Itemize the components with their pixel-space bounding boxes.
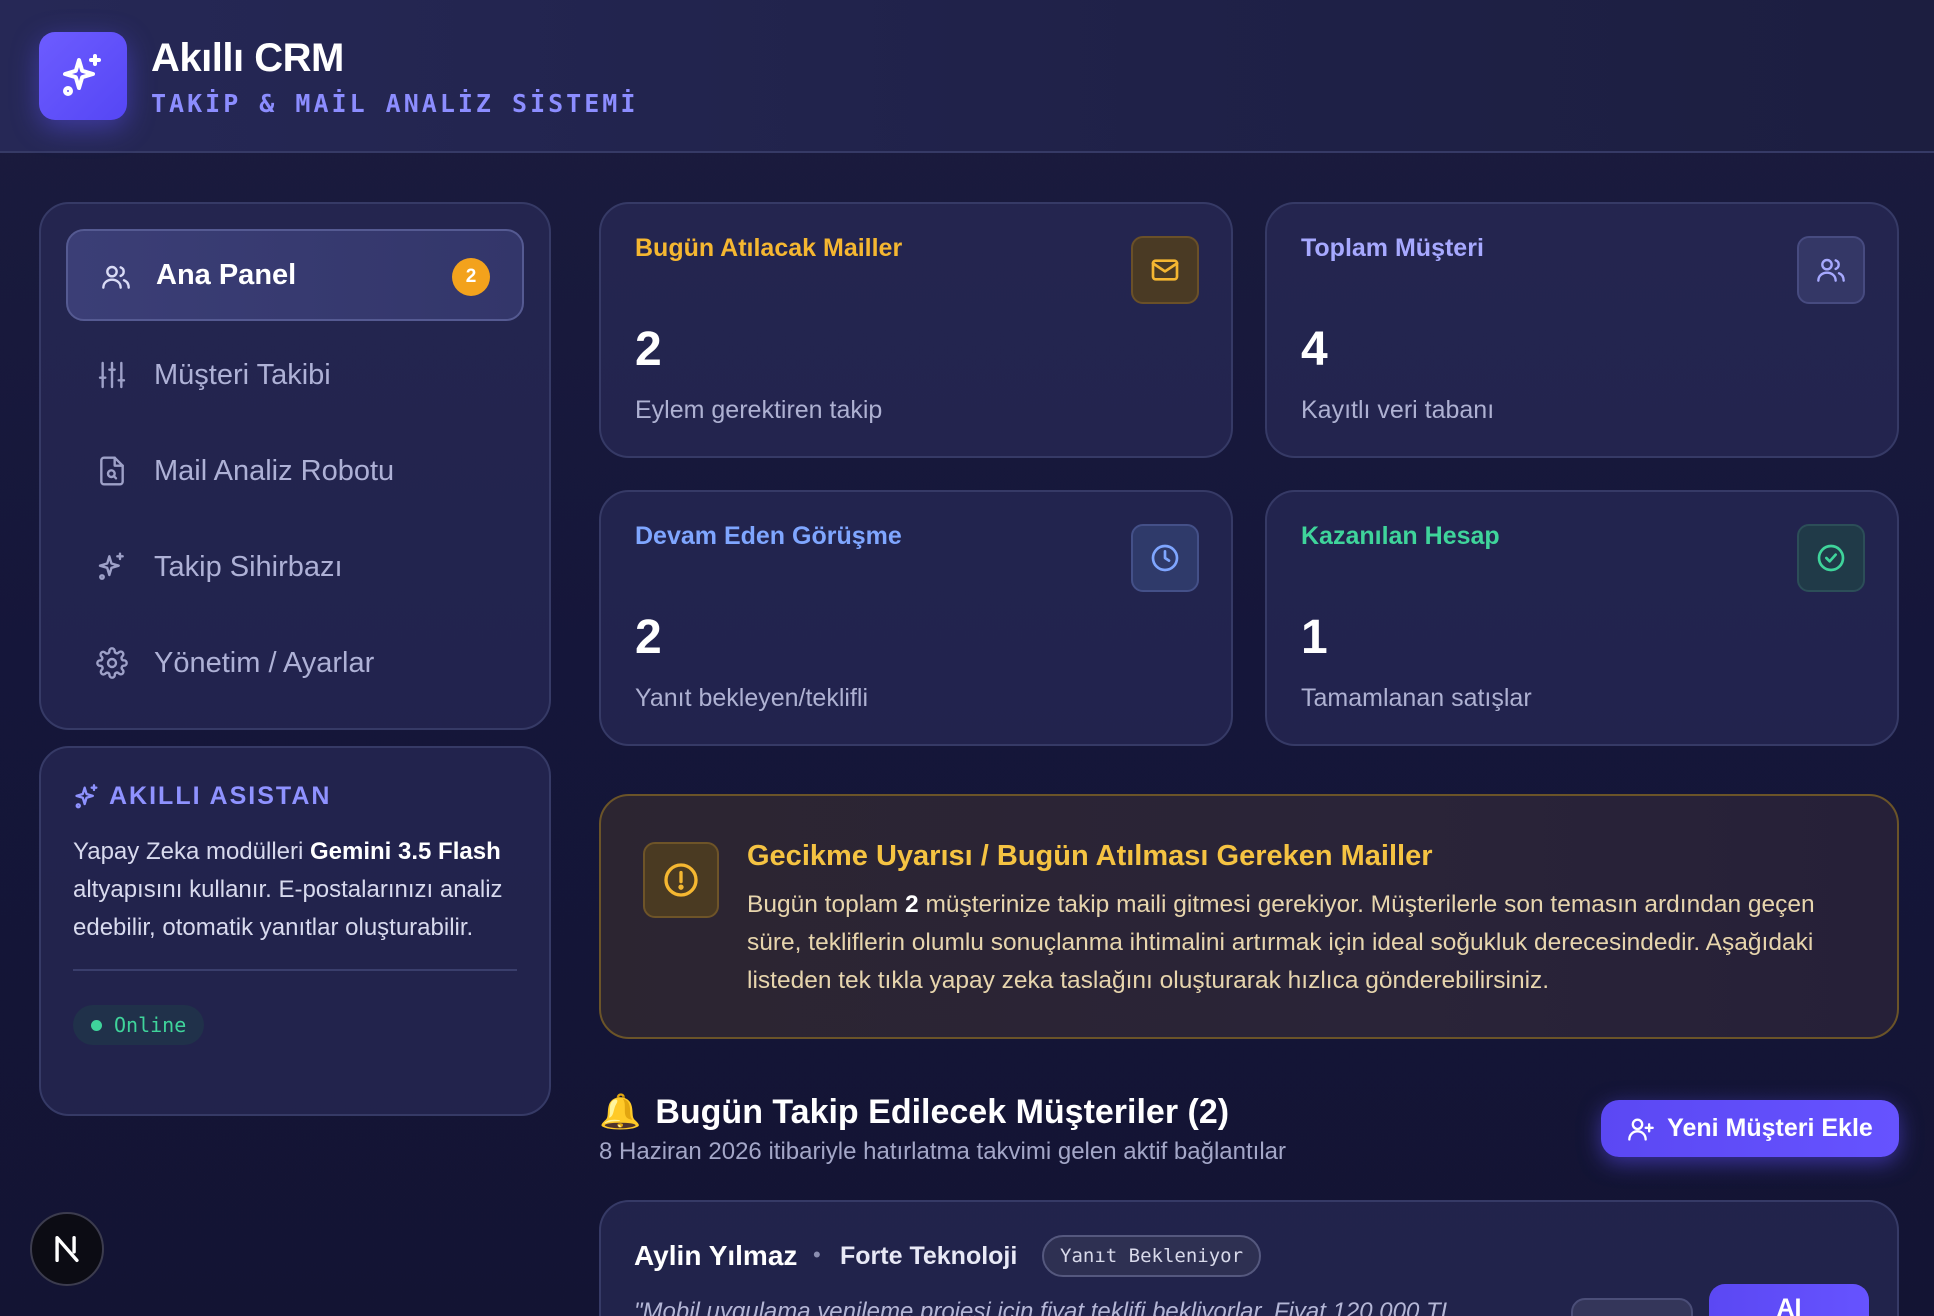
sparkles-icon [63,54,101,96]
app-header: Akıllı CRM TAKİP & MAİL ANALİZ SİSTEMİ [0,0,1934,153]
stat-icon-box [1131,236,1199,304]
alert-count: 2 [905,891,919,918]
nextjs-devtools-button[interactable] [30,1212,104,1286]
stat-title: Devam Eden Görüşme [635,522,902,550]
app-title: Akıllı CRM [151,36,344,80]
sidebar-item-musteri-takibi[interactable]: Müşteri Takibi [66,329,524,421]
stat-value: 4 [1301,323,1328,376]
stat-title: Kazanılan Hesap [1301,522,1500,550]
sidebar-item-mail-analiz[interactable]: Mail Analiz Robotu [66,425,524,517]
notification-badge: 2 [452,258,490,296]
divider [73,969,517,971]
stat-title: Bugün Atılacak Mailler [635,234,903,262]
check-circle-icon [1817,544,1845,572]
ai-draft-label: AI [1776,1294,1802,1316]
users-icon [102,265,130,289]
separator-dot: • [813,1242,821,1267]
assistant-text-part: altyapısını kullanır. E-postalarınızı an… [73,876,503,941]
stat-description: Eylem gerektiren takip [635,396,883,424]
sparkles-icon [75,783,98,808]
delay-warning-alert: Gecikme Uyarısı / Bugün Atılması Gereken… [599,794,1899,1039]
assistant-description: Yapay Zeka modülleri Gemini 3.5 Flash al… [73,833,517,947]
sidebar-item-label: Ana Panel [156,258,297,291]
clock-icon [1151,544,1179,572]
bell-icon: 🔔 [599,1093,642,1131]
sidebar-item-label: Müşteri Takibi [154,358,331,391]
customer-company: Forte Teknoloji [840,1242,1018,1270]
file-search-icon [100,456,124,486]
app-logo[interactable] [39,32,127,120]
stat-title: Toplam Müşteri [1301,234,1484,262]
add-customer-label: Yeni Müşteri Ekle [1667,1114,1873,1142]
app-subtitle: TAKİP & MAİL ANALİZ SİSTEMİ [151,89,639,118]
alert-text-part: Bugün toplam [747,891,905,918]
sidebar-item-ana-panel[interactable]: Ana Panel 2 [66,229,524,321]
customer-note: "Mobil uygulama yenileme projesi için fi… [634,1298,1454,1316]
gear-icon [96,647,128,679]
stat-description: Tamamlanan satışlar [1301,684,1532,712]
sidebar-item-label: Yönetim / Ayarlar [154,646,375,679]
alert-text: Bugün toplam 2 müşterinize takip maili g… [747,886,1867,1000]
assistant-title-text: AKILLI ASISTAN [109,782,332,810]
stat-value: 2 [635,611,662,664]
alert-title: Gecikme Uyarısı / Bugün Atılması Gereken… [747,840,1433,872]
assistant-title: AKILLI ASISTAN [73,782,517,811]
users-icon [1817,258,1845,282]
stat-description: Yanıt bekleyen/teklifli [635,684,868,712]
nextjs-logo-icon [55,1235,79,1263]
add-customer-button[interactable]: Yeni Müşteri Ekle [1601,1100,1899,1157]
ai-draft-button[interactable]: AI [1709,1284,1869,1316]
assistant-text-part: Yapay Zeka modülleri [73,838,310,865]
user-plus-icon [1628,1118,1655,1141]
stat-icon-box [1797,236,1865,304]
secondary-action-button[interactable] [1571,1298,1693,1316]
section-title: 🔔 Bugün Takip Edilecek Müşteriler (2) [599,1092,1229,1132]
customer-name: Aylin Yılmaz [634,1240,798,1271]
sidebar-item-yonetim[interactable]: Yönetim / Ayarlar [66,617,524,709]
stat-description: Kayıtlı veri tabanı [1301,396,1495,424]
sidebar-item-takip-sihirbazi[interactable]: Takip Sihirbazı [66,521,524,613]
stat-value: 2 [635,323,662,376]
stat-card-total-customers[interactable]: Toplam Müşteri 4 Kayıtlı veri tabanı [1265,202,1899,458]
alert-icon-box [643,842,719,918]
sparkles-icon [98,552,124,580]
assistant-panel: AKILLI ASISTAN Yapay Zeka modülleri Gemi… [39,746,551,1116]
section-title-text: Bugün Takip Edilecek Müşteriler (2) [655,1092,1230,1131]
alert-circle-icon [664,863,698,897]
status-dot [91,1019,102,1031]
status-text: Online [114,1013,187,1037]
sliders-icon [98,361,126,389]
sidebar-item-label: Takip Sihirbazı [154,550,343,583]
sidebar-item-label: Mail Analiz Robotu [154,454,395,487]
status-badge: Online [73,1005,205,1045]
customer-card[interactable]: Aylin Yılmaz • Forte Teknoloji Yanıt Bek… [599,1200,1899,1316]
section-subtitle: 8 Haziran 2026 itibariyle hatırlatma tak… [599,1138,1287,1165]
stat-value: 1 [1301,611,1328,664]
status-badge: Yanıt Bekleniyor [1042,1235,1262,1277]
sidebar-nav: Ana Panel 2 Müşteri Takibi Mail Analiz R… [39,202,551,730]
stat-icon-box [1797,524,1865,592]
stat-card-mails-today[interactable]: Bugün Atılacak Mailler 2 Eylem gerektire… [599,202,1233,458]
stat-icon-box [1131,524,1199,592]
mail-icon [1151,259,1179,281]
assistant-model-name: Gemini 3.5 Flash [310,838,501,865]
stat-card-ongoing[interactable]: Devam Eden Görüşme 2 Yanıt bekleyen/tekl… [599,490,1233,746]
stat-card-won-accounts[interactable]: Kazanılan Hesap 1 Tamamlanan satışlar [1265,490,1899,746]
